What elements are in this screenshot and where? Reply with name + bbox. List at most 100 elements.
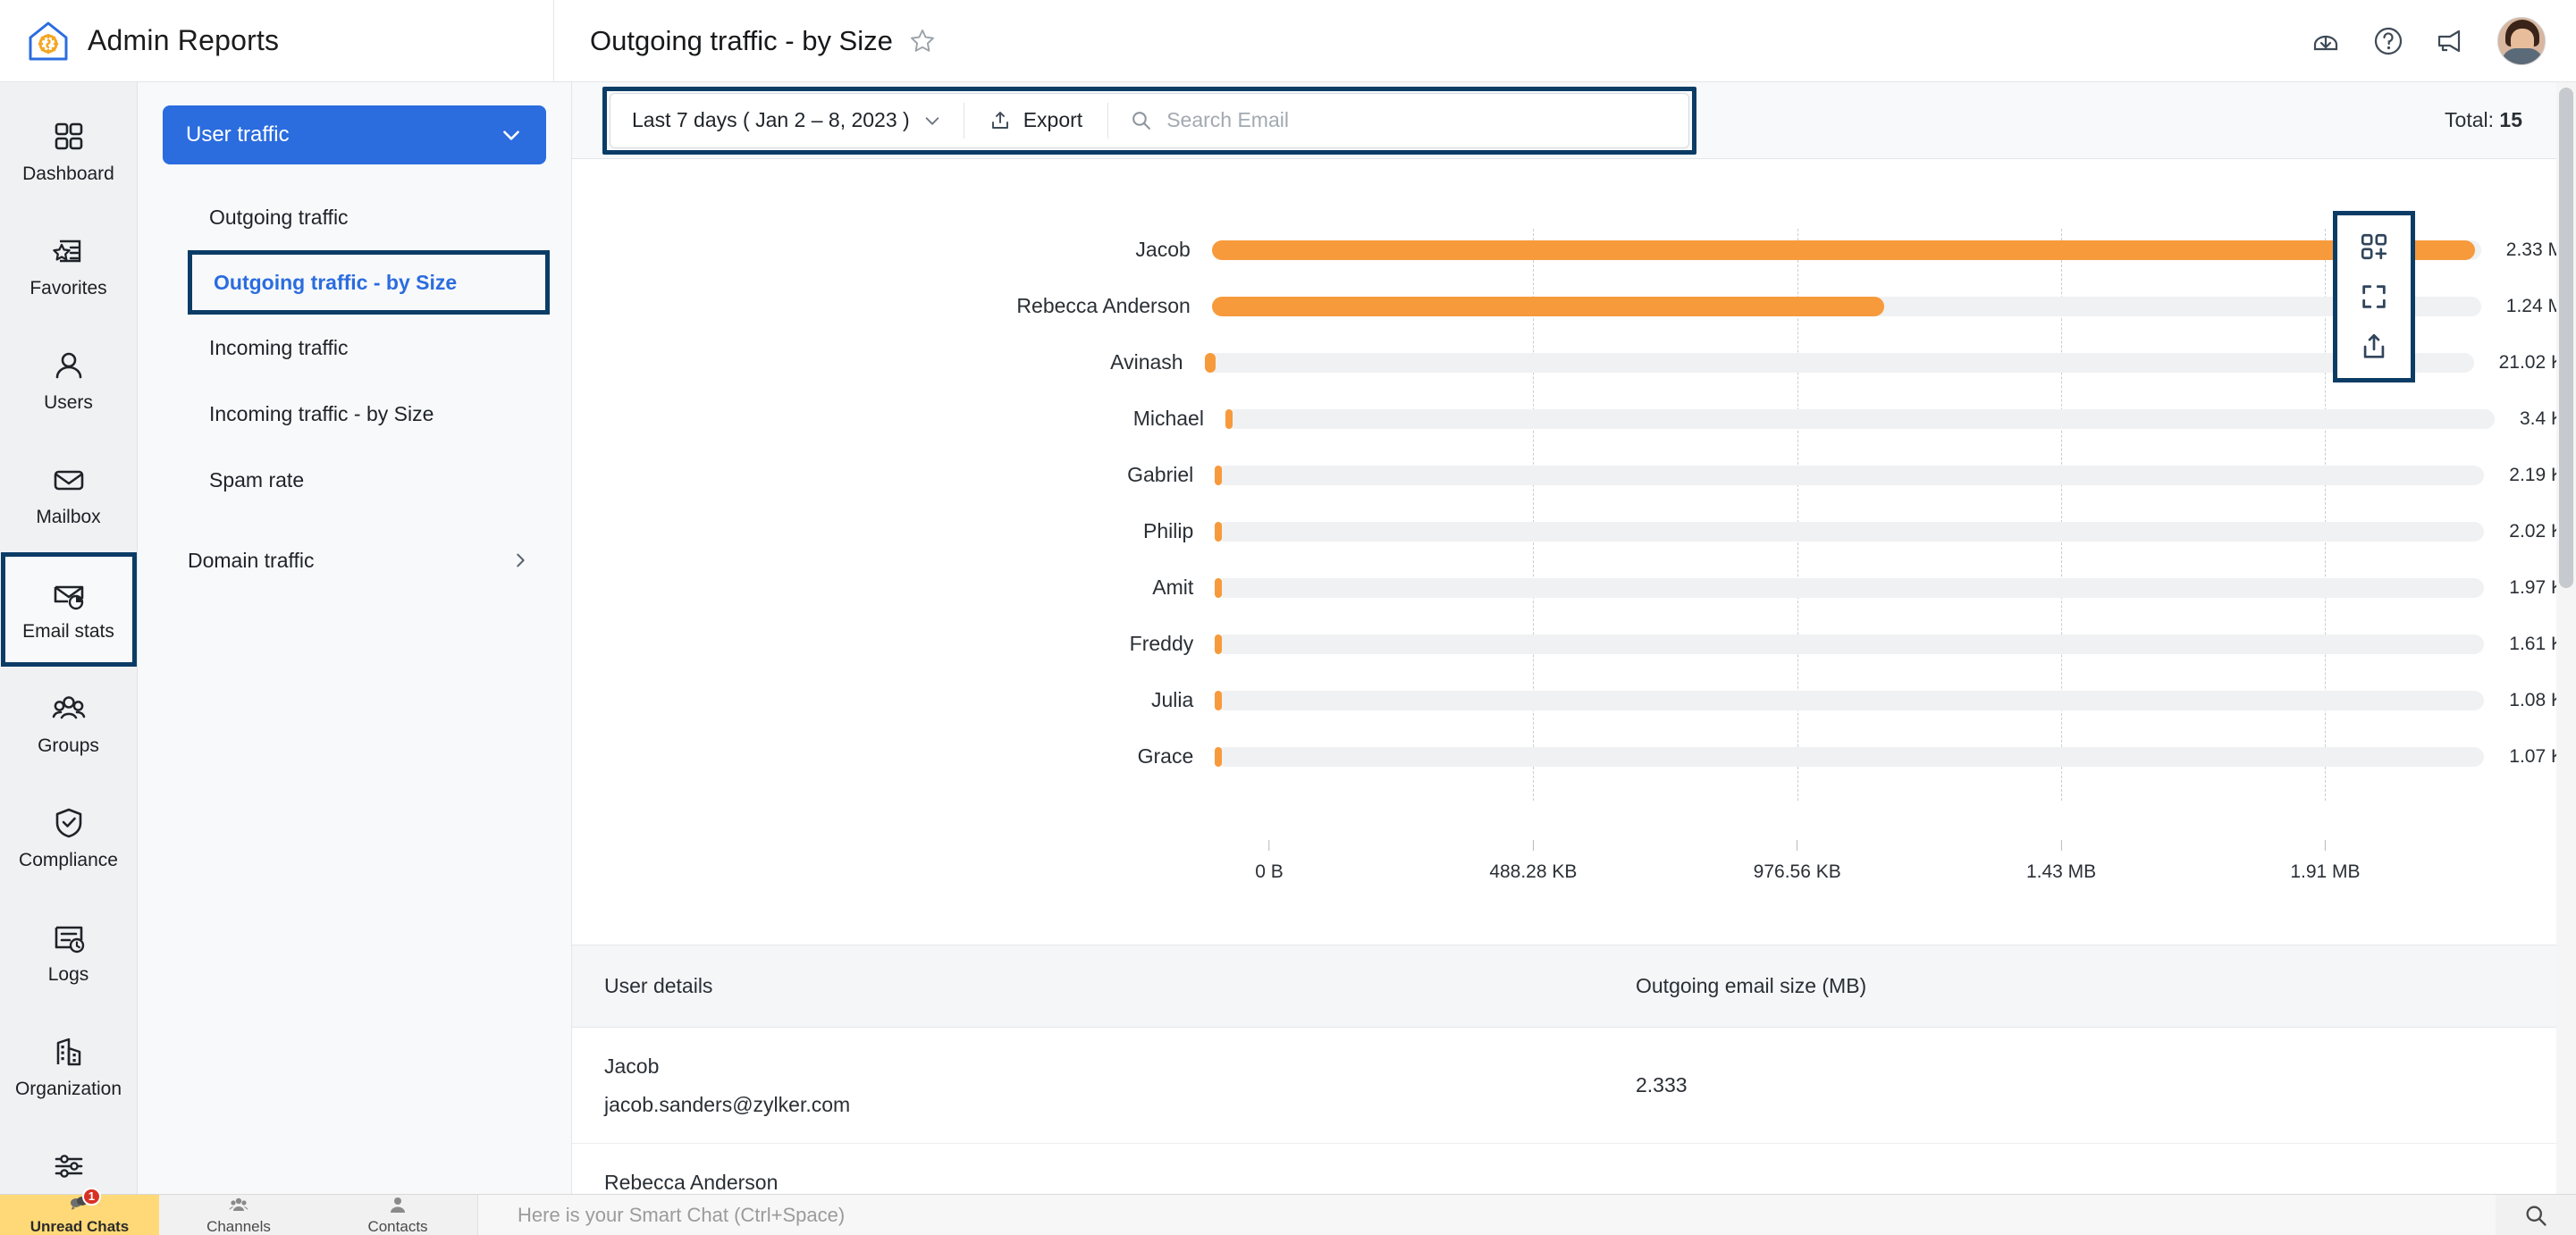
chart-bar[interactable] bbox=[1215, 690, 1223, 710]
chart-bar-row: Avinash 21.02 KB bbox=[572, 334, 2576, 391]
chart-bar-track bbox=[1211, 296, 2481, 316]
subnav-item-spam-rate[interactable]: Spam rate bbox=[138, 447, 571, 513]
chart-x-tick-label: 488.28 KB bbox=[1489, 861, 1578, 882]
chat-tab-label: Channels bbox=[206, 1217, 271, 1235]
table-row[interactable]: Jacob jacob.sanders@zylker.com 2.333 bbox=[572, 1028, 2576, 1144]
chart-bar-row: Rebecca Anderson 1.24 MB bbox=[572, 278, 2576, 334]
sidebar-item-mailbox[interactable]: Mailbox bbox=[1, 438, 137, 552]
chart-x-tick: 1.91 MB bbox=[2290, 840, 2361, 883]
chart-bar[interactable] bbox=[1215, 577, 1223, 598]
shield-check-icon bbox=[51, 805, 87, 841]
sidebar-item-users[interactable]: Users bbox=[1, 323, 137, 438]
sidebar-item-label: Mailbox bbox=[36, 507, 101, 528]
chart-bar[interactable] bbox=[1211, 239, 2475, 260]
column-header-user-details: User details bbox=[604, 974, 713, 997]
subnav-header-user-traffic[interactable]: User traffic bbox=[163, 105, 546, 164]
star-outline-icon[interactable] bbox=[909, 28, 936, 55]
export-upload-icon bbox=[989, 110, 1011, 131]
chart-x-tick-mark bbox=[1268, 840, 1270, 851]
chart-bar[interactable] bbox=[1225, 408, 1233, 429]
secondary-nav: User traffic Outgoing traffic Outgoing t… bbox=[138, 82, 572, 1194]
chart-type-icon[interactable] bbox=[2359, 231, 2389, 262]
export-button[interactable]: Export bbox=[964, 94, 1107, 147]
table-row[interactable]: Rebecca Anderson rebecca@zylker.com 1.24… bbox=[572, 1144, 2576, 1195]
subnav-item-outgoing-traffic[interactable]: Outgoing traffic bbox=[138, 184, 571, 250]
sidebar-item-compliance[interactable]: Compliance bbox=[1, 781, 137, 895]
grid-icon bbox=[51, 119, 87, 155]
chart-bar[interactable] bbox=[1204, 352, 1216, 373]
sidebar-item-email-stats[interactable]: Email stats bbox=[0, 552, 137, 667]
subnav-item-domain-traffic[interactable]: Domain traffic bbox=[138, 527, 571, 593]
chart-bar[interactable] bbox=[1215, 465, 1223, 485]
sidebar-item-label: Compliance bbox=[19, 850, 118, 871]
chart-bar-track bbox=[1225, 408, 2495, 429]
chart-x-tick-label: 1.91 MB bbox=[2290, 861, 2361, 882]
sliders-icon bbox=[51, 1148, 87, 1184]
chat-tab-contacts[interactable]: Contacts bbox=[318, 1195, 477, 1235]
chart-bar-track bbox=[1211, 239, 2481, 260]
chart-bar-label: Gabriel bbox=[1127, 463, 1194, 486]
chat-placeholder: Here is your Smart Chat (Ctrl+Space) bbox=[518, 1203, 846, 1226]
chart-bar-label: Avinash bbox=[1110, 350, 1183, 374]
subnav-item-incoming-traffic-by-size[interactable]: Incoming traffic - by Size bbox=[138, 381, 571, 447]
sidebar-item-label: Users bbox=[44, 392, 93, 414]
chat-tab-channels[interactable]: Channels bbox=[159, 1195, 318, 1235]
subnav-item-outgoing-traffic-by-size[interactable]: Outgoing traffic - by Size bbox=[188, 250, 550, 315]
chat-search-button[interactable] bbox=[2496, 1195, 2576, 1235]
main-content: Last 7 days ( Jan 2 – 8, 2023 ) Export S… bbox=[572, 82, 2576, 1194]
share-icon[interactable] bbox=[2359, 332, 2389, 362]
report-toolbar: Last 7 days ( Jan 2 – 8, 2023 ) Export S… bbox=[572, 82, 2576, 159]
chart-x-tick: 0 B bbox=[1255, 840, 1284, 883]
avatar[interactable] bbox=[2497, 16, 2546, 65]
left-rail: Dashboard Favorites Users Mailbox Email … bbox=[0, 82, 138, 1194]
chart-x-tick-label: 0 B bbox=[1255, 861, 1284, 882]
chart-bar[interactable] bbox=[1215, 521, 1223, 542]
user-name: Rebecca Anderson bbox=[604, 1170, 779, 1194]
subnav-item-incoming-traffic[interactable]: Incoming traffic bbox=[138, 315, 571, 381]
chevron-down-icon bbox=[500, 123, 523, 147]
chart-bar-track bbox=[1215, 690, 2485, 710]
search-input[interactable] bbox=[1166, 108, 1668, 132]
sidebar-item-organization[interactable]: Organization bbox=[1, 1010, 137, 1124]
sidebar-item-favorites[interactable]: Favorites bbox=[1, 209, 137, 323]
chat-bubbles-icon: 1 bbox=[69, 1187, 101, 1216]
page-scrollbar[interactable] bbox=[2556, 82, 2576, 1194]
chart-x-tick-mark bbox=[1532, 840, 1534, 851]
date-range-selector[interactable]: Last 7 days ( Jan 2 – 8, 2023 ) bbox=[610, 94, 964, 147]
chart-x-tick-label: 1.43 MB bbox=[2025, 861, 2097, 882]
chart-bar[interactable] bbox=[1211, 296, 1885, 316]
whats-new-icon[interactable] bbox=[2435, 25, 2467, 57]
chart-bar-track bbox=[1215, 521, 2485, 542]
help-icon[interactable] bbox=[2372, 25, 2404, 57]
download-icon[interactable] bbox=[2310, 25, 2342, 57]
chart-x-tick-label: 976.56 KB bbox=[1753, 861, 1841, 882]
sidebar-item-dashboard[interactable]: Dashboard bbox=[1, 95, 137, 209]
sidebar-item-label: Favorites bbox=[29, 278, 107, 299]
chart-bar-label: Jacob bbox=[1135, 238, 1191, 261]
building-icon bbox=[51, 1034, 87, 1070]
people-icon bbox=[51, 691, 87, 727]
subnav-item-label: Spam rate bbox=[209, 467, 305, 491]
chat-tab-unread-chats[interactable]: 1 Unread Chats bbox=[0, 1187, 159, 1235]
chart-bar-row: Jacob 2.33 MB bbox=[572, 222, 2576, 278]
fullscreen-icon[interactable] bbox=[2359, 281, 2389, 312]
brand-title: Admin Reports bbox=[88, 24, 280, 56]
chart-bars: Jacob 2.33 MB Rebecca Anderson 1.24 MB Avina… bbox=[572, 222, 2576, 785]
brand[interactable]: Admin Reports bbox=[0, 0, 554, 82]
subnav-item-label: Domain traffic bbox=[188, 548, 315, 572]
channels-icon bbox=[228, 1195, 249, 1216]
page-title: Outgoing traffic - by Size bbox=[590, 24, 893, 56]
chart-bar-track bbox=[1215, 746, 2485, 767]
chart-bar[interactable] bbox=[1215, 746, 1223, 767]
sidebar-item-logs[interactable]: Logs bbox=[1, 895, 137, 1010]
chart-x-tick: 1.43 MB bbox=[2026, 840, 2096, 883]
contact-icon bbox=[387, 1195, 408, 1216]
chart-bar[interactable] bbox=[1215, 634, 1223, 654]
sidebar-item-groups[interactable]: Groups bbox=[1, 667, 137, 781]
scrollbar-thumb[interactable] bbox=[2559, 88, 2573, 588]
chat-input-area[interactable]: Here is your Smart Chat (Ctrl+Space) bbox=[477, 1195, 2496, 1235]
table-cell-user: Jacob jacob.sanders@zylker.com bbox=[572, 1054, 1636, 1117]
envelope-icon bbox=[51, 462, 87, 498]
top-bar: Admin Reports Outgoing traffic - by Size bbox=[0, 0, 2576, 82]
sidebar-item-configuration[interactable]: Configuration bbox=[1, 1124, 137, 1194]
